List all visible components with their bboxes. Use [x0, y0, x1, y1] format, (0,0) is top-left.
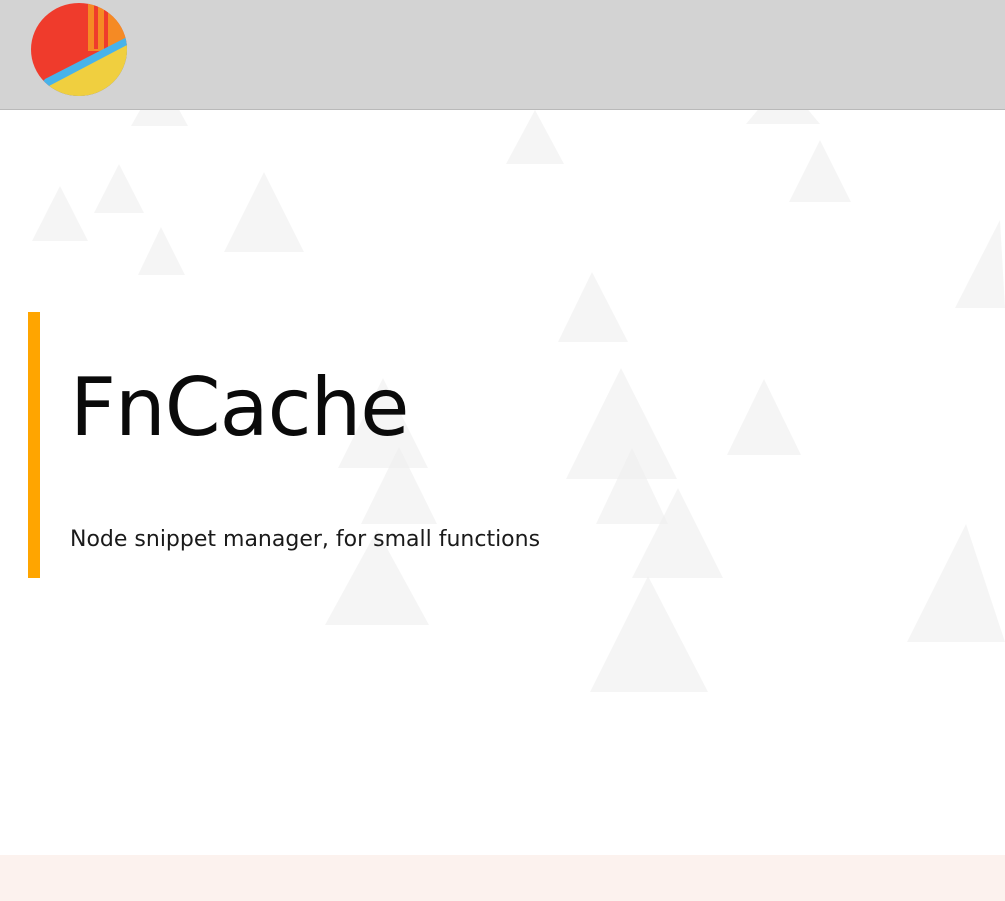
title-accent-bar — [28, 312, 40, 578]
background-triangle — [907, 524, 1005, 642]
page: FnCache Node snippet manager, for small … — [0, 0, 1005, 901]
background-triangle — [506, 110, 564, 164]
background-triangle — [94, 164, 144, 213]
background-triangle — [138, 227, 185, 275]
background-triangle — [789, 140, 851, 202]
header-bar — [0, 0, 1005, 110]
hero-section: FnCache Node snippet manager, for small … — [28, 312, 788, 578]
background-triangle — [955, 220, 1005, 308]
background-triangle — [32, 186, 88, 241]
footer-band — [0, 855, 1005, 901]
fncache-logo-icon[interactable] — [31, 3, 127, 96]
background-triangle — [590, 576, 708, 692]
background-triangle — [224, 172, 304, 252]
page-title: FnCache — [70, 361, 410, 454]
page-tagline: Node snippet manager, for small function… — [70, 527, 541, 552]
